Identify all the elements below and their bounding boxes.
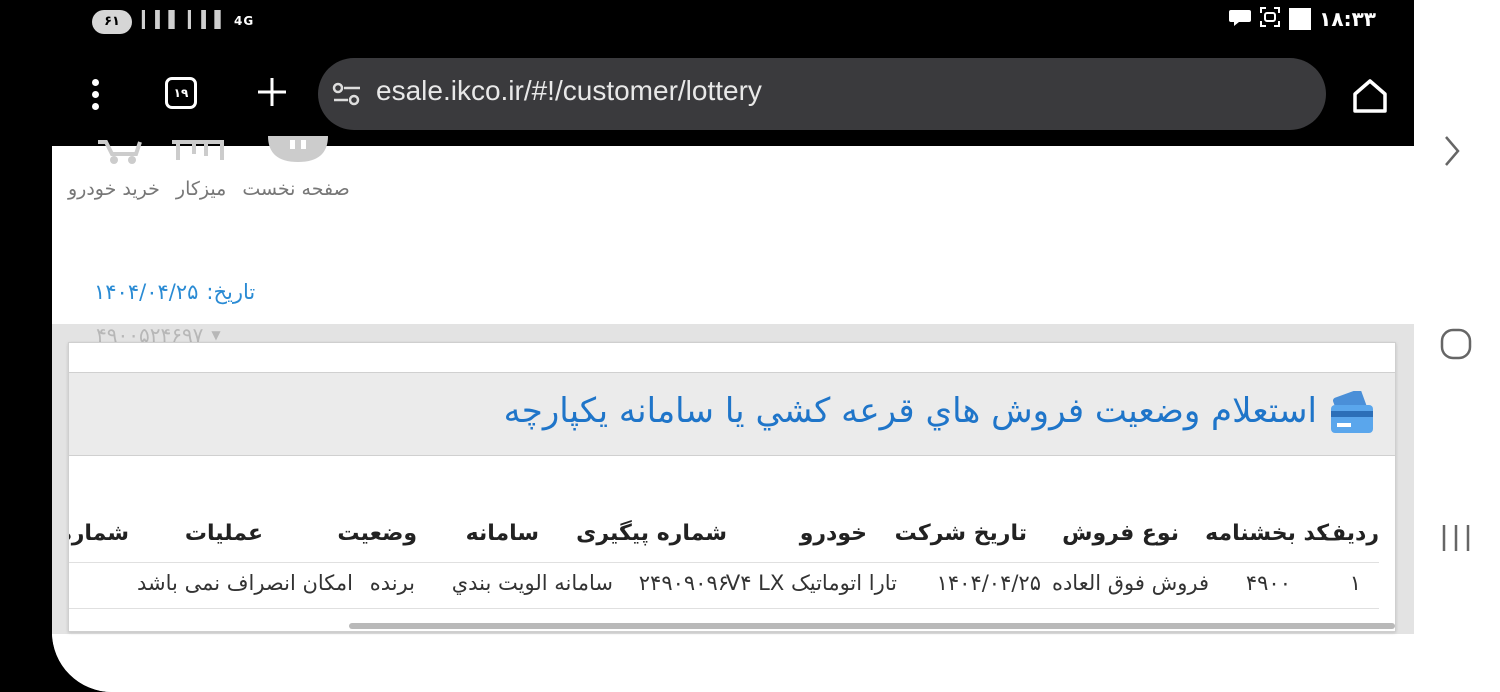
new-tab-icon[interactable] [252,70,292,114]
table-header-row: رديف كد بخشنامه نوع فروش تاريخ شركت خودر… [69,511,1379,563]
col-header-system: سامانه [465,521,539,546]
notification-square-icon [1289,8,1312,30]
nav-link-buy-car[interactable]: خريد خودرو [68,178,160,200]
system-nav-sidebar [1414,0,1500,692]
cell-status: برنده [369,571,415,595]
signal-icons: ▎▍▌ ▎▍▌ 4G [142,10,254,29]
col-header-register-date: تاريخ شركت [894,521,1027,546]
credit-card-icon [1327,389,1377,437]
browser-toolbar: ۱۹ esale.ikco.ir/#!/customer/lottery [52,40,1414,146]
clock: ۱۸:۳۳ [1319,7,1376,31]
cell-tracking-number: ۲۴۹۰۹۰۹۶ [638,571,729,595]
table-row: ۱ ۴۹۰۰ فروش فوق العاده ۱۴۰۴/۰۴/۲۵ تارا ا… [69,563,1379,609]
cell-car: تارا اتوماتيک V۴ LX [725,571,897,595]
col-header-number: شماره [69,521,129,546]
home-icon[interactable] [1348,74,1392,118]
date-line: تاريخ: ۱۴۰۴/۰۴/۲۵ [94,280,255,304]
nav-icons [98,136,358,170]
cell-system: سامانه الويت بندي [451,571,613,595]
site-settings-icon[interactable] [332,80,362,108]
tab-switcher-button[interactable]: ۱۹ [165,77,197,109]
nav-links: صفحه نخست ميزكار خريد خودرو [68,178,350,200]
nav-link-home[interactable]: صفحه نخست [242,178,349,200]
content-area: ۴۹۰۰۵۲۴۶۹۷ ▼ استعلام وضعيت فروش هاي قرعه… [52,324,1414,634]
desk-icon [172,140,224,160]
web-page: صفحه نخست ميزكار خريد خودرو تاريخ: ۱۴۰۴/… [52,136,1414,692]
cart-icon [98,140,142,164]
url-text[interactable]: esale.ikco.ir/#!/customer/lottery [376,75,762,107]
home-page-icon [268,136,328,162]
col-header-operations: عمليات [184,521,263,546]
chevron-down-icon: ▼ [211,328,221,342]
date-label: تاريخ: [206,280,256,304]
home-circle-icon[interactable] [1440,328,1472,364]
signal-bars-icon-2: ▎▍▌ [188,10,228,29]
chat-icon [1229,7,1252,31]
network-type: 4G [234,14,255,28]
battery-indicator: ۶۱ [92,10,132,34]
cell-operations[interactable]: امكان انصراف نمی باشد [137,571,353,595]
horizontal-scrollbar[interactable] [349,623,1395,629]
recent-apps-icon[interactable] [1440,522,1472,558]
cell-register-date: ۱۴۰۴/۰۴/۲۵ [936,571,1041,595]
col-header-sale-type: نوع فروش [1062,521,1179,546]
col-header-tracking-number: شماره پيگيری [576,521,727,546]
date-value: ۱۴۰۴/۰۴/۲۵ [94,280,199,304]
col-header-car: خودرو [799,521,867,546]
cell-circular-code: ۴۹۰۰ [1245,571,1291,595]
cell-row-num: ۱ [1349,571,1361,595]
lottery-card: استعلام وضعيت فروش هاي قرعه كشي يا سامان… [68,342,1396,632]
nav-link-desk[interactable]: ميزكار [176,178,226,200]
address-bar[interactable]: esale.ikco.ir/#!/customer/lottery [318,58,1326,130]
screenshot-icon [1259,6,1281,32]
col-header-circular-code: كد بخشنامه [1205,521,1329,546]
card-header: استعلام وضعيت فروش هاي قرعه كشي يا سامان… [69,372,1395,456]
col-header-status: وضعيت [337,521,417,546]
menu-dots-icon[interactable] [82,74,108,114]
chevron-right-icon[interactable] [1442,134,1462,172]
device-screen: ۶۱ ▎▍▌ ▎▍▌ 4G ۱۸:۳۳ ۱۹ esale.ikco.ir/#!/… [52,0,1414,692]
status-right: ۱۸:۳۳ [1229,6,1376,32]
status-bar: ۶۱ ▎▍▌ ▎▍▌ 4G ۱۸:۳۳ [52,0,1414,40]
cell-sale-type: فروش فوق العاده [1051,571,1209,595]
card-title: استعلام وضعيت فروش هاي قرعه كشي يا سامان… [503,391,1317,431]
col-header-row-num: رديف [1320,521,1379,546]
signal-bars-icon: ▎▍▌ [142,10,182,29]
